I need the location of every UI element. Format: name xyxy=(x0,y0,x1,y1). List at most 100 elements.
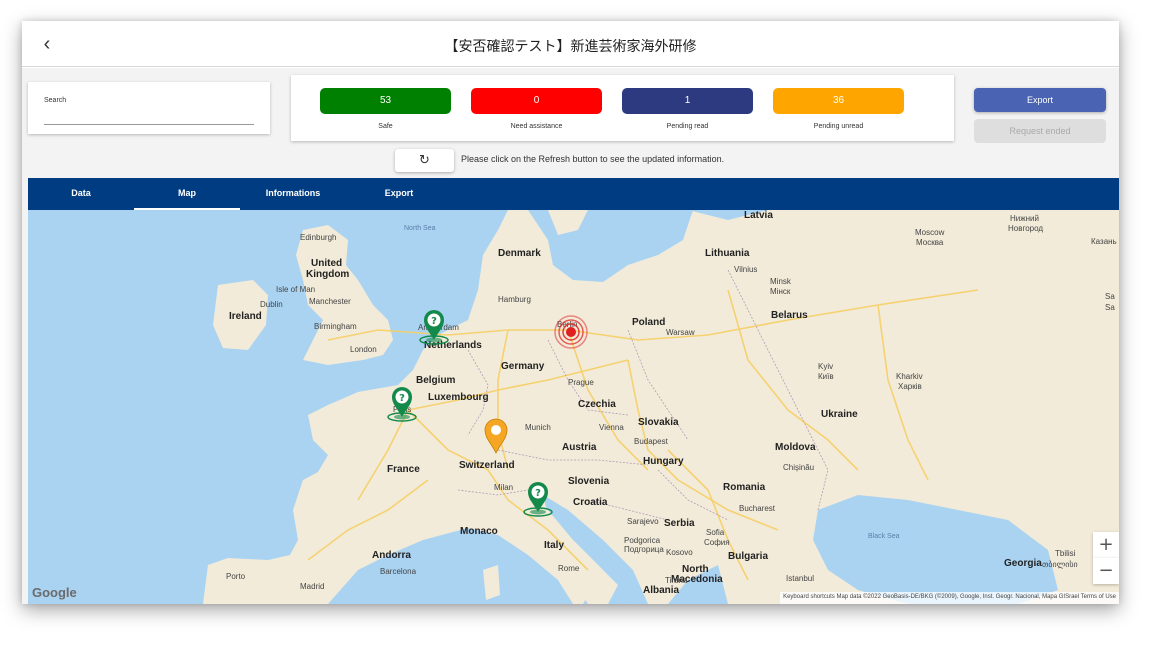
map-label-bulgaria: Bulgaria xyxy=(728,551,769,562)
map-label-andorra: Andorra xyxy=(372,550,411,561)
map-label-tbilisi-geo: თბილისი xyxy=(1042,560,1078,569)
map-label-prague: Prague xyxy=(568,378,594,387)
map-label-chisinau: Chișinău xyxy=(783,463,815,472)
safe-count-pill[interactable]: 53 xyxy=(320,88,451,114)
export-button[interactable]: Export xyxy=(974,88,1106,112)
map-label-porto: Porto xyxy=(226,572,246,581)
question-pin-icon[interactable]: ? xyxy=(523,481,553,521)
map-label-sarajevo: Sarajevo xyxy=(627,517,659,526)
map-label-tbilisi: Tbilisi xyxy=(1055,549,1076,558)
map-label-france: France xyxy=(387,464,420,475)
map-label-dublin: Dublin xyxy=(260,300,283,309)
map-label-kharkiv: Kharkiv xyxy=(896,372,923,381)
map-view[interactable]: Latvia North Sea Нижний Новгород Edinbur… xyxy=(28,210,1119,604)
page-title: 【安否確認テスト】新進芸術家海外研修 xyxy=(444,38,697,54)
map-label-serbia: Serbia xyxy=(664,518,695,529)
map-label-italy: Italy xyxy=(544,540,565,551)
search-card: Search xyxy=(28,82,270,134)
search-input[interactable] xyxy=(44,109,254,125)
map-label-hamburg: Hamburg xyxy=(498,295,531,304)
map-label-kosovo: Kosovo xyxy=(666,548,693,557)
map-label-moskva: Москва xyxy=(916,238,944,247)
pending-pin-icon[interactable] xyxy=(481,417,511,457)
map-label-romania: Romania xyxy=(723,482,766,493)
map-label-tirana: Tirana xyxy=(665,576,688,585)
svg-text:?: ? xyxy=(431,316,437,327)
map-label-moldova: Moldova xyxy=(775,442,816,453)
map-label-denmark: Denmark xyxy=(498,248,541,259)
map-label-germany: Germany xyxy=(501,361,545,372)
map-label-ireland: Ireland xyxy=(229,311,262,322)
map-label-belgium: Belgium xyxy=(416,375,456,386)
map-label-barcelona: Barcelona xyxy=(380,567,417,576)
google-logo: Google xyxy=(32,585,77,600)
map-label-czechia: Czechia xyxy=(578,399,616,410)
map-label-black-sea: Black Sea xyxy=(868,533,900,540)
map-label-georgia: Georgia xyxy=(1004,558,1042,569)
refresh-button[interactable]: ↻ xyxy=(395,149,454,172)
need-assistance-count-pill[interactable]: 0 xyxy=(471,88,602,114)
map-label-warsaw: Warsaw xyxy=(666,328,695,337)
stat-need-assistance[interactable]: 0 Need assistance xyxy=(471,88,602,130)
map-label-vilnius: Vilnius xyxy=(734,265,758,274)
map-label-podgorica: Podgorica xyxy=(624,536,661,545)
map-label-ukraine: Ukraine xyxy=(821,409,858,420)
map-label-hungary: Hungary xyxy=(643,456,684,467)
map-label-munich: Munich xyxy=(525,423,551,432)
question-pin-icon[interactable]: ? xyxy=(387,386,417,426)
stat-pending-unread[interactable]: 36 Pending unread xyxy=(773,88,904,130)
map-label-slovakia: Slovakia xyxy=(638,417,679,428)
map-label-belarus: Belarus xyxy=(771,310,808,321)
question-pin-icon[interactable]: ? xyxy=(419,309,449,349)
map-label-luxembourg: Luxembourg xyxy=(428,392,489,403)
content-area: Search 53 Safe 0 Need assistance 1 Pendi… xyxy=(22,68,1119,604)
tab-bar: Data Map Informations Export xyxy=(28,178,1119,210)
need-assistance-label: Need assistance xyxy=(510,123,563,130)
map-label-croatia: Croatia xyxy=(573,497,608,508)
map-attribution[interactable]: Keyboard shortcuts Map data ©2022 GeoBas… xyxy=(780,592,1119,604)
map-label-novgorod: Новгород xyxy=(1008,224,1044,233)
map-label-london: London xyxy=(350,345,377,354)
map-label-kingdom: Kingdom xyxy=(306,269,350,280)
map-label-edinburgh: Edinburgh xyxy=(300,233,337,242)
map-label-kazan: Казань xyxy=(1091,237,1117,246)
map-label-lithuania: Lithuania xyxy=(705,248,750,259)
map-label-austria: Austria xyxy=(562,442,597,453)
pending-unread-label: Pending unread xyxy=(813,123,864,130)
app-window: ‹ 【安否確認テスト】新進芸術家海外研修 Search 53 Safe 0 Ne… xyxy=(22,21,1119,604)
map-label-albania: Albania xyxy=(643,585,680,596)
search-label: Search xyxy=(44,97,67,104)
map-label-kharkiv-cyr: Харків xyxy=(898,382,922,391)
tab-map[interactable]: Map xyxy=(134,178,240,210)
map-label-monaco: Monaco xyxy=(460,526,498,537)
tab-export[interactable]: Export xyxy=(346,178,452,210)
svg-text:?: ? xyxy=(399,393,405,404)
stat-safe[interactable]: 53 Safe xyxy=(320,88,451,130)
map-label-slovenia: Slovenia xyxy=(568,476,610,487)
map-label-podgorica-cyr: Подгорица xyxy=(624,545,664,554)
svg-text:?: ? xyxy=(535,488,541,499)
pending-read-label: Pending read xyxy=(666,123,709,130)
safe-label: Safe xyxy=(378,123,393,130)
map-label-milan: Milan xyxy=(494,483,514,492)
request-ended-button[interactable]: Request ended xyxy=(974,119,1106,143)
tab-informations[interactable]: Informations xyxy=(240,178,346,210)
zoom-out-button[interactable]: − xyxy=(1093,558,1119,584)
map-label-manchester: Manchester xyxy=(309,297,351,306)
pending-read-count-pill[interactable]: 1 xyxy=(622,88,753,114)
alert-pulse-icon[interactable] xyxy=(553,314,589,350)
map-label-madrid: Madrid xyxy=(300,582,325,591)
map-label-minsk-cyr: Мінск xyxy=(770,287,791,296)
refresh-icon: ↻ xyxy=(419,153,430,168)
map-label-minsk: Minsk xyxy=(770,277,791,286)
tab-data[interactable]: Data xyxy=(28,178,134,210)
map-label-kyiv-cyr: Київ xyxy=(818,372,834,381)
pending-unread-count-pill[interactable]: 36 xyxy=(773,88,904,114)
map-label-birmingham: Birmingham xyxy=(314,322,357,331)
zoom-in-button[interactable]: + xyxy=(1093,532,1119,558)
map-label-sa-2: Sa xyxy=(1105,303,1115,312)
stat-pending-read[interactable]: 1 Pending read xyxy=(622,88,753,130)
map-label-switzerland: Switzerland xyxy=(459,460,515,471)
map-label-vienna: Vienna xyxy=(599,423,624,432)
map-label-istanbul: Istanbul xyxy=(786,574,815,583)
